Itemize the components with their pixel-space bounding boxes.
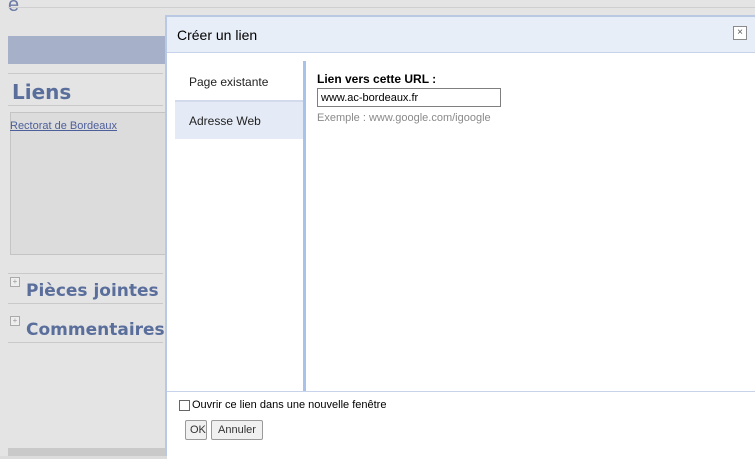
create-link-dialog: Créer un lien × Page existante Adresse W…: [165, 15, 755, 459]
url-example-hint: Exemple : www.google.com/igoogle: [317, 112, 491, 124]
section-divider: [8, 342, 163, 343]
links-item-rectorat[interactable]: Rectorat de Bordeaux: [10, 120, 117, 132]
close-icon[interactable]: ×: [733, 26, 747, 40]
attachments-section-title: Pièces jointes: [26, 281, 159, 301]
links-box: [10, 112, 167, 255]
link-type-tabs: Page existante Adresse Web: [167, 61, 305, 391]
ok-button[interactable]: OK: [185, 420, 207, 440]
dialog-title: Créer un lien: [177, 27, 258, 43]
url-input[interactable]: [317, 88, 501, 107]
cancel-button[interactable]: Annuler: [211, 420, 263, 440]
section-divider: [8, 73, 163, 74]
site-logo: e: [8, 0, 20, 16]
tab-existing-page[interactable]: Page existante: [175, 63, 303, 101]
new-window-option[interactable]: Ouvrir ce lien dans une nouvelle fenêtre: [179, 399, 386, 411]
expand-attachments-icon[interactable]: +: [10, 277, 20, 287]
header-band: [8, 36, 168, 64]
section-divider: [8, 105, 163, 106]
url-label: Lien vers cette URL :: [317, 72, 437, 86]
tab-panel-divider: [303, 61, 306, 391]
new-window-checkbox[interactable]: [179, 399, 190, 411]
tab-web-address[interactable]: Adresse Web: [175, 101, 303, 139]
section-divider: [8, 273, 163, 274]
expand-comments-icon[interactable]: +: [10, 316, 20, 326]
new-window-label: Ouvrir ce lien dans une nouvelle fenêtre: [192, 399, 387, 411]
comments-section-title: Commentaires: [26, 320, 165, 340]
dialog-header: Créer un lien ×: [167, 17, 755, 53]
links-section-title: Liens: [12, 80, 72, 104]
dialog-footer: Ouvrir ce lien dans une nouvelle fenêtre…: [167, 391, 755, 459]
top-divider: [8, 7, 755, 8]
section-divider: [8, 303, 163, 304]
